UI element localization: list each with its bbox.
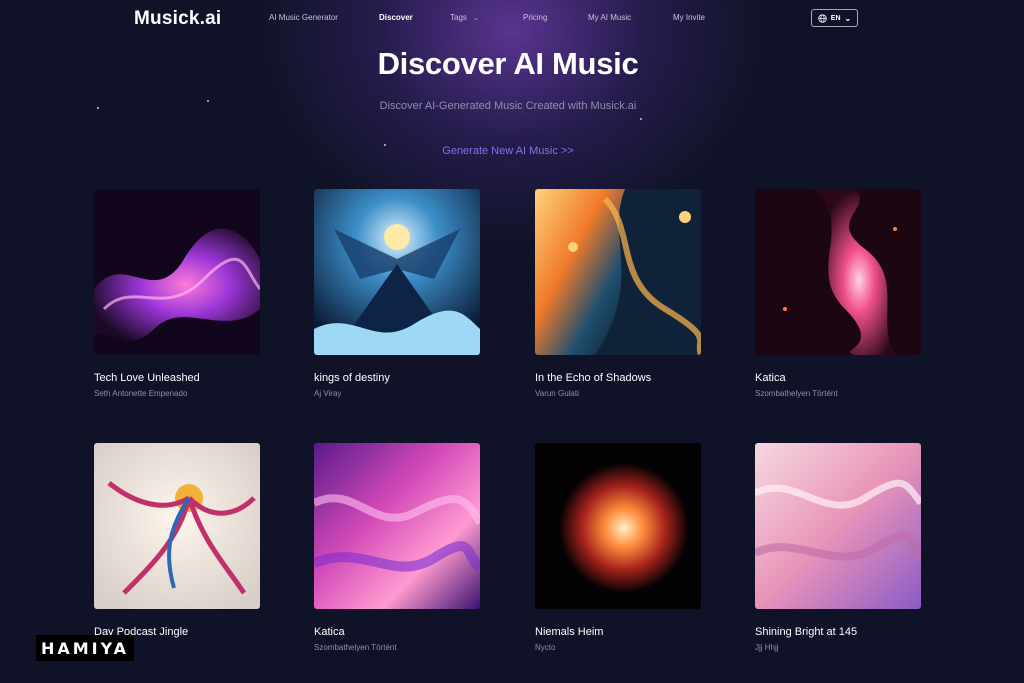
page-title: Discover AI Music bbox=[377, 46, 639, 81]
nav-tags[interactable]: Tags ⌄ bbox=[450, 13, 480, 22]
track-artist: Jjj Hhjj bbox=[755, 643, 779, 652]
track-title[interactable]: In the Echo of Shadows bbox=[535, 372, 703, 384]
track-title[interactable]: Shining Bright at 145 bbox=[755, 626, 923, 638]
track-title[interactable]: Tech Love Unleashed bbox=[94, 372, 262, 384]
nav-tags-label: Tags bbox=[450, 13, 467, 22]
nav-my-ai-music[interactable]: My AI Music bbox=[588, 13, 631, 22]
track-artist: Seth Antonette Empenado bbox=[94, 389, 188, 398]
language-selector[interactable]: EN ⌄ bbox=[811, 9, 858, 27]
track-card[interactable]: Shining Bright at 145 Jjj Hhjj bbox=[755, 443, 923, 652]
track-artist: Nycto bbox=[535, 643, 556, 652]
watermark-logo: HAMIYA bbox=[36, 635, 134, 661]
track-cover[interactable] bbox=[535, 443, 701, 609]
track-card[interactable]: Day Podcast Jingle Zapz Blog bbox=[94, 443, 262, 652]
track-title[interactable]: kings of destiny bbox=[314, 372, 482, 384]
track-artist: Aj Viray bbox=[314, 389, 342, 398]
track-cover[interactable] bbox=[94, 189, 260, 355]
star-decoration bbox=[640, 118, 642, 120]
track-cover[interactable] bbox=[755, 189, 921, 355]
track-cover[interactable] bbox=[535, 189, 701, 355]
track-cover[interactable] bbox=[94, 443, 260, 609]
track-artist: Szombathelyen Történt bbox=[755, 389, 838, 398]
track-cover[interactable] bbox=[755, 443, 921, 609]
page-subtitle: Discover AI-Generated Music Created with… bbox=[379, 100, 637, 112]
nav-pricing[interactable]: Pricing bbox=[523, 13, 547, 22]
logo[interactable]: Musick.ai bbox=[134, 8, 221, 30]
language-label: EN bbox=[830, 14, 841, 22]
track-card[interactable]: In the Echo of Shadows Varun Gulati bbox=[535, 189, 703, 398]
generate-music-link[interactable]: Generate New AI Music >> bbox=[0, 145, 1016, 157]
track-card[interactable]: kings of destiny Aj Viray bbox=[314, 189, 482, 398]
track-card[interactable]: Tech Love Unleashed Seth Antonette Empen… bbox=[94, 189, 262, 398]
track-title[interactable]: Katica bbox=[314, 626, 482, 638]
track-cover[interactable] bbox=[314, 443, 480, 609]
track-card[interactable]: Katica Szombathelyen Történt bbox=[755, 189, 923, 398]
nav-ai-music-generator[interactable]: AI Music Generator bbox=[269, 13, 338, 22]
track-artist: Varun Gulati bbox=[535, 389, 579, 398]
top-nav: Musick.ai AI Music Generator Discover Ta… bbox=[0, 0, 1024, 36]
track-cover[interactable] bbox=[314, 189, 480, 355]
globe-icon bbox=[818, 13, 827, 23]
nav-my-invite[interactable]: My Invite bbox=[673, 13, 705, 22]
track-title[interactable]: Niemals Heim bbox=[535, 626, 703, 638]
chevron-down-icon: ⌄ bbox=[844, 13, 852, 23]
nav-discover[interactable]: Discover bbox=[379, 13, 413, 22]
track-title[interactable]: Katica bbox=[755, 372, 923, 384]
chevron-down-icon: ⌄ bbox=[471, 15, 480, 22]
track-card[interactable]: Katica Szombathelyen Történt bbox=[314, 443, 482, 652]
track-card[interactable]: Niemals Heim Nycto bbox=[535, 443, 703, 652]
track-artist: Szombathelyen Történt bbox=[314, 643, 397, 652]
